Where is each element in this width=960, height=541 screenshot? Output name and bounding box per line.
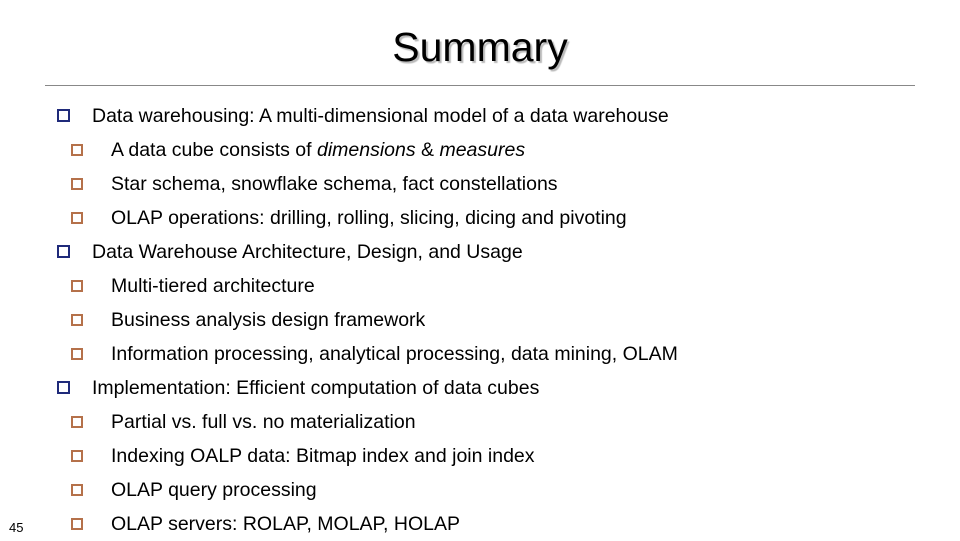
bullet-line: Multi-tiered architecture bbox=[0, 269, 960, 303]
bullet-text: OLAP servers: ROLAP, MOLAP, HOLAP bbox=[111, 513, 460, 535]
bullet-text: Data Warehouse Architecture, Design, and… bbox=[92, 241, 523, 263]
slide-title: Summary bbox=[392, 24, 568, 70]
plain-text: A data cube consists of bbox=[111, 139, 317, 161]
bullet-text: Data warehousing: A multi-dimensional mo… bbox=[92, 105, 669, 127]
bullet-square-level2-icon bbox=[71, 314, 83, 326]
bullet-line: Implementation: Efficient computation of… bbox=[0, 371, 960, 405]
emphasis-term: dimensions bbox=[316, 139, 416, 161]
summary-bullet-list: Data warehousing: A multi-dimensional mo… bbox=[0, 99, 960, 541]
bullet-square-level2-icon bbox=[71, 144, 83, 156]
bullet-line: A data cube consists of dimensions & mea… bbox=[0, 133, 960, 167]
title-divider-rule bbox=[45, 85, 915, 86]
emphasis-term: measures bbox=[439, 139, 526, 161]
bullet-line: Partial vs. full vs. no materialization bbox=[0, 405, 960, 439]
bullet-square-level2-icon bbox=[71, 348, 83, 360]
bullet-square-level2-icon bbox=[71, 518, 83, 530]
bullet-text: Multi-tiered architecture bbox=[111, 275, 315, 297]
bullet-line: Data warehousing: A multi-dimensional mo… bbox=[0, 99, 960, 133]
bullet-text: OLAP query processing bbox=[111, 479, 317, 501]
bullet-line: Indexing OALP data: Bitmap index and joi… bbox=[0, 439, 960, 473]
bullet-text: Indexing OALP data: Bitmap index and joi… bbox=[111, 445, 535, 467]
bullet-text: A data cube consists of dimensions & mea… bbox=[111, 133, 525, 167]
bullet-square-level2-icon bbox=[71, 178, 83, 190]
slide-canvas: { "slide": { "title": "Summary", "page_n… bbox=[0, 0, 960, 540]
bullet-square-level2-icon bbox=[71, 450, 83, 462]
bullet-square-level1-icon bbox=[57, 381, 70, 394]
bullet-square-level2-icon bbox=[71, 212, 83, 224]
bullet-line: Information processing, analytical proce… bbox=[0, 337, 960, 371]
bullet-text: Business analysis design framework bbox=[111, 309, 426, 331]
bullet-square-level2-icon bbox=[71, 416, 83, 428]
bullet-square-level2-icon bbox=[71, 280, 83, 292]
bullet-line: Data Warehouse Architecture, Design, and… bbox=[0, 235, 960, 269]
bullet-square-level1-icon bbox=[57, 245, 70, 258]
bullet-line: Business analysis design framework bbox=[0, 303, 960, 337]
bullet-square-level2-icon bbox=[71, 484, 83, 496]
bullet-line: OLAP query processing bbox=[0, 473, 960, 507]
bullet-square-level1-icon bbox=[57, 109, 70, 122]
plain-text: & bbox=[415, 139, 440, 161]
bullet-text: Information processing, analytical proce… bbox=[111, 343, 678, 365]
bullet-line: OLAP operations: drilling, rolling, slic… bbox=[0, 201, 960, 235]
bullet-text: Star schema, snowflake schema, fact cons… bbox=[111, 173, 558, 195]
bullet-text: Implementation: Efficient computation of… bbox=[92, 377, 540, 399]
bullet-text: OLAP operations: drilling, rolling, slic… bbox=[111, 207, 627, 229]
page-number: 45 bbox=[9, 520, 24, 535]
bullet-text: Partial vs. full vs. no materialization bbox=[111, 411, 416, 433]
bullet-line: OLAP servers: ROLAP, MOLAP, HOLAP bbox=[0, 507, 960, 541]
bullet-line: Star schema, snowflake schema, fact cons… bbox=[0, 167, 960, 201]
